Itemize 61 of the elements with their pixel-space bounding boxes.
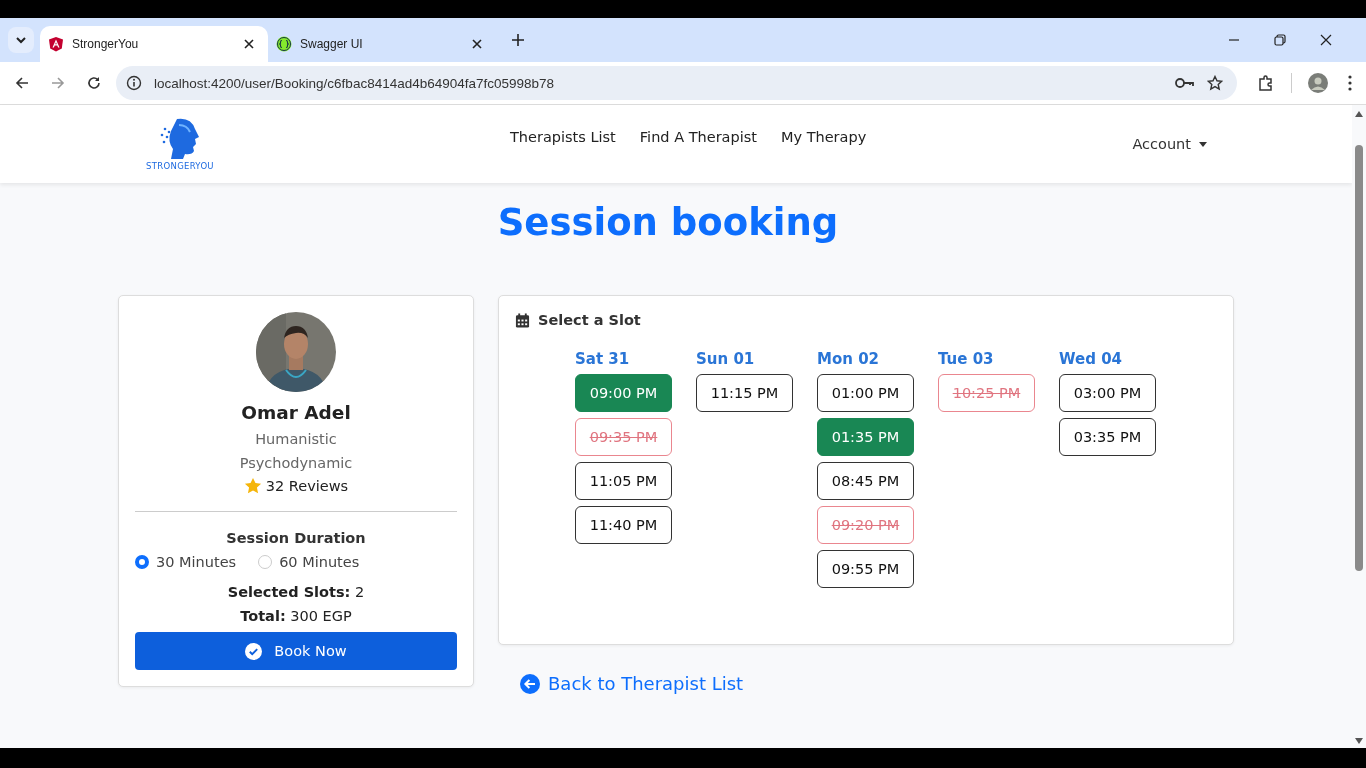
day-heading: Mon 02 [817,350,880,368]
duration-radio[interactable]: 60 Minutes [258,554,360,570]
tab-search-button[interactable] [8,27,34,53]
address-bar[interactable]: localhost:4200/user/Booking/c6fbac8414ad4b64904fa7fc05998b78 [116,66,1237,100]
close-icon[interactable] [244,39,254,49]
time-slot-button[interactable]: 11:05 PM [575,462,672,500]
duration-radio[interactable]: 30 Minutes [135,554,237,570]
scrollbar-thumb[interactable] [1355,145,1363,571]
book-now-button[interactable]: Book Now [135,632,457,670]
summary-text: Selected Slots: 2 [227,584,365,600]
forward-icon[interactable] [50,75,66,91]
scroll-down-icon[interactable] [1355,738,1363,744]
back-link[interactable]: Back to Therapist List [520,673,1234,694]
time-slot-button[interactable]: 08:45 PM [817,462,914,500]
account-dropdown[interactable]: Account [1132,136,1207,152]
close-icon[interactable] [472,39,482,49]
star-icon [243,477,262,495]
nav-link[interactable]: My Therapy [780,129,867,145]
day-heading: Wed 04 [1059,350,1124,368]
chevron-down-icon [15,34,27,46]
star-icon[interactable] [1207,75,1223,91]
profile-avatar-icon[interactable] [1308,73,1328,93]
nav-link[interactable]: Therapists List [510,129,616,145]
therapist-name: Omar Adel [241,402,351,423]
browser-tab[interactable]: StrongerYou [40,26,268,62]
back-icon[interactable] [14,75,30,91]
time-slot-button[interactable]: 09:55 PM [817,550,914,588]
time-slot-button[interactable]: 03:00 PM [1059,374,1156,412]
time-slot-button[interactable]: 01:35 PM [817,418,914,456]
new-tab-icon[interactable] [512,34,524,46]
browser-tab[interactable]: Swagger UI [268,26,496,62]
specialty-text: Humanistic [255,431,337,447]
logo-text: STRONGERYOU [146,161,214,171]
duration-label: Session Duration [226,530,366,546]
restore-icon[interactable] [1274,34,1286,46]
time-slot-button[interactable]: 09:00 PM [575,374,672,412]
calendar-icon [515,312,530,328]
angular-icon [48,36,64,52]
page-title: Session booking [496,201,840,246]
check-circle-icon [245,642,263,660]
time-slot-button[interactable]: 03:35 PM [1059,418,1156,456]
close-icon[interactable] [1320,34,1332,46]
day-heading: Sat 31 [575,350,631,368]
nav-link[interactable]: Find A Therapist [639,129,757,145]
time-slot-button[interactable]: 11:15 PM [696,374,793,412]
time-slot-button[interactable]: 01:00 PM [817,374,914,412]
extensions-icon[interactable] [1257,74,1275,92]
logo[interactable]: STRONGERYOU [144,115,216,171]
summary-text: Total: 300 EGP [240,608,352,624]
time-slot-button[interactable]: 11:40 PM [575,506,672,544]
day-heading: Sun 01 [696,350,756,368]
scroll-up-icon[interactable] [1355,111,1363,117]
reload-icon[interactable] [86,75,102,91]
slots-title: Select a Slot [538,312,641,328]
review-count: 32 Reviews [265,478,349,494]
specialty-text: Psychodynamic [239,455,353,471]
menu-icon[interactable] [1348,75,1352,91]
info-icon[interactable] [126,75,142,91]
swagger-icon [276,36,292,52]
day-heading: Tue 03 [938,350,995,368]
key-icon[interactable] [1175,77,1195,89]
